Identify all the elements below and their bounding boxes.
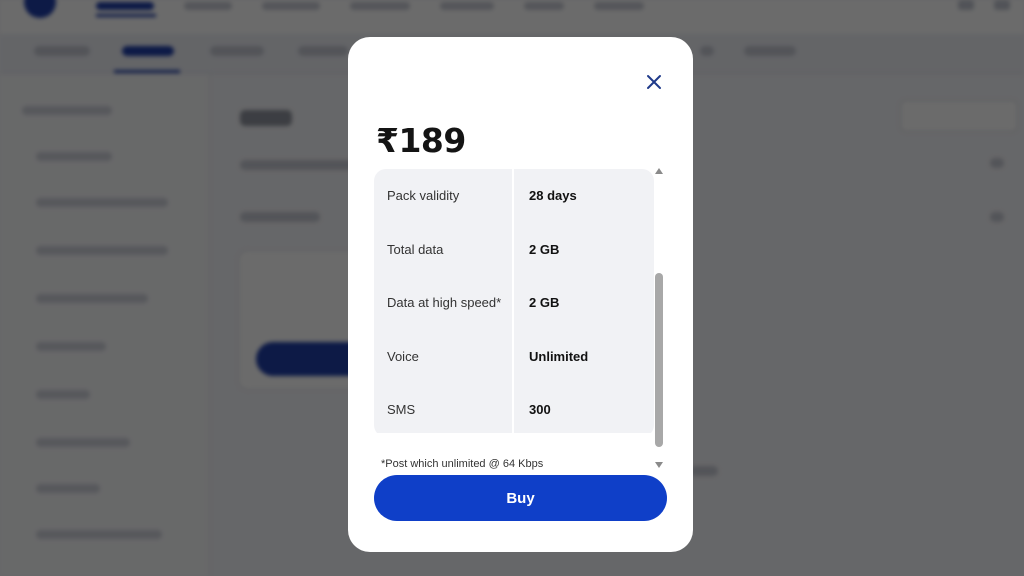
scrollbar-thumb[interactable] [655,273,663,447]
detail-label: SMS [374,383,512,433]
detail-value: Unlimited [514,329,654,383]
scroll-down-icon [655,462,663,468]
detail-label: Total data [374,222,512,276]
plan-price: ₹189 [376,121,466,160]
speed-footnote: *Post which unlimited @ 64 Kbps [381,458,544,470]
scroll-up-icon [655,168,663,174]
plan-details-table: Pack validity 28 days Total data 2 GB Da… [374,169,654,433]
detail-row: Voice Unlimited [374,329,654,383]
scroll-down-button[interactable] [653,460,665,470]
detail-value: 2 GB [514,222,654,276]
detail-row: Pack validity 28 days [374,169,654,223]
detail-label: Pack validity [374,169,512,223]
detail-row: Data at high speed* 2 GB [374,276,654,330]
detail-label: Voice [374,329,512,383]
detail-value: 2 GB [514,276,654,330]
plan-details-modal: ₹189 Pack validity 28 days Total data 2 … [348,37,693,552]
close-icon [647,75,661,89]
scroll-up-button[interactable] [653,166,665,176]
buy-button[interactable]: Buy [374,475,667,521]
close-button[interactable] [642,70,666,94]
detail-value: 300 [514,383,654,433]
detail-label: Data at high speed* [374,276,512,330]
detail-value: 28 days [514,169,654,223]
detail-row: Total data 2 GB [374,222,654,276]
detail-row: SMS 300 [374,383,654,433]
